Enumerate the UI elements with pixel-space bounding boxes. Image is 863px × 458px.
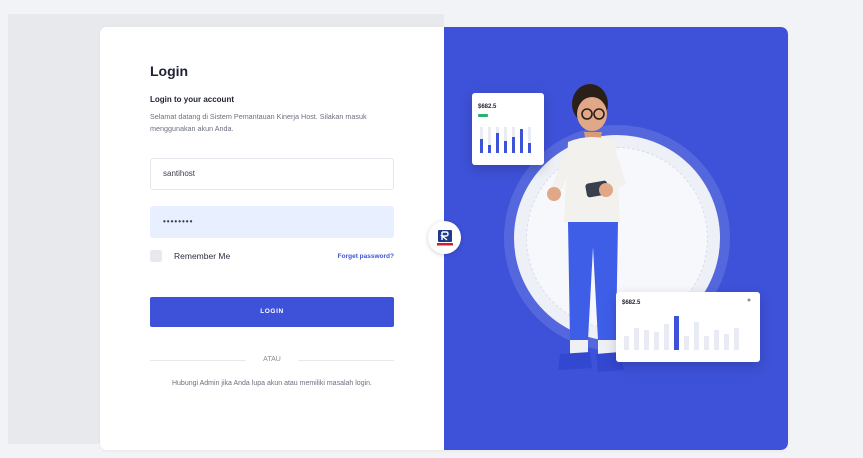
username-field[interactable]: santihost <box>150 158 394 190</box>
bar <box>504 141 507 153</box>
help-text: Hubungi Admin jika Anda lupa akun atau m… <box>171 380 372 387</box>
password-field[interactable]: •••••••• <box>150 206 394 238</box>
bar <box>488 145 491 153</box>
brand-logo-icon <box>436 229 453 245</box>
bar <box>664 324 669 350</box>
bar-highlight <box>674 316 679 350</box>
remember-me-checkbox[interactable] <box>150 250 162 262</box>
page-title: Login <box>150 63 189 79</box>
bar <box>644 330 649 350</box>
bar <box>624 336 629 350</box>
bar <box>512 137 515 153</box>
divider: ATAU <box>150 355 394 365</box>
bar <box>480 139 483 153</box>
stats-card-large: $682.5 <box>616 292 760 362</box>
bar <box>528 143 531 153</box>
bar <box>520 129 523 153</box>
bar <box>634 328 639 350</box>
remember-me-label[interactable]: Remember Me <box>174 251 230 261</box>
divider-line-right <box>298 360 394 361</box>
stats-card-small-bars <box>480 127 531 153</box>
login-button[interactable]: LOGIN <box>150 297 394 327</box>
bar <box>654 332 659 350</box>
stats-card-small: $682.5 <box>472 93 544 165</box>
login-subtitle: Login to your account <box>150 95 234 104</box>
stats-card-large-bars <box>624 298 751 350</box>
login-description: Selamat datang di Sistem Pemantauan Kine… <box>150 112 367 133</box>
bar <box>704 336 709 350</box>
login-panel: Login Login to your account Selamat data… <box>100 27 444 450</box>
remember-me-row[interactable]: Remember Me <box>150 250 230 262</box>
bar <box>496 133 499 153</box>
bar <box>734 328 739 350</box>
bar <box>724 334 729 350</box>
brand-logo <box>428 221 461 254</box>
illustration-panel: $682.5 $682.5 <box>444 27 788 450</box>
bar <box>694 322 699 350</box>
bar <box>684 336 689 350</box>
forgot-password-link[interactable]: Forget password? <box>338 253 394 260</box>
bar <box>714 330 719 350</box>
